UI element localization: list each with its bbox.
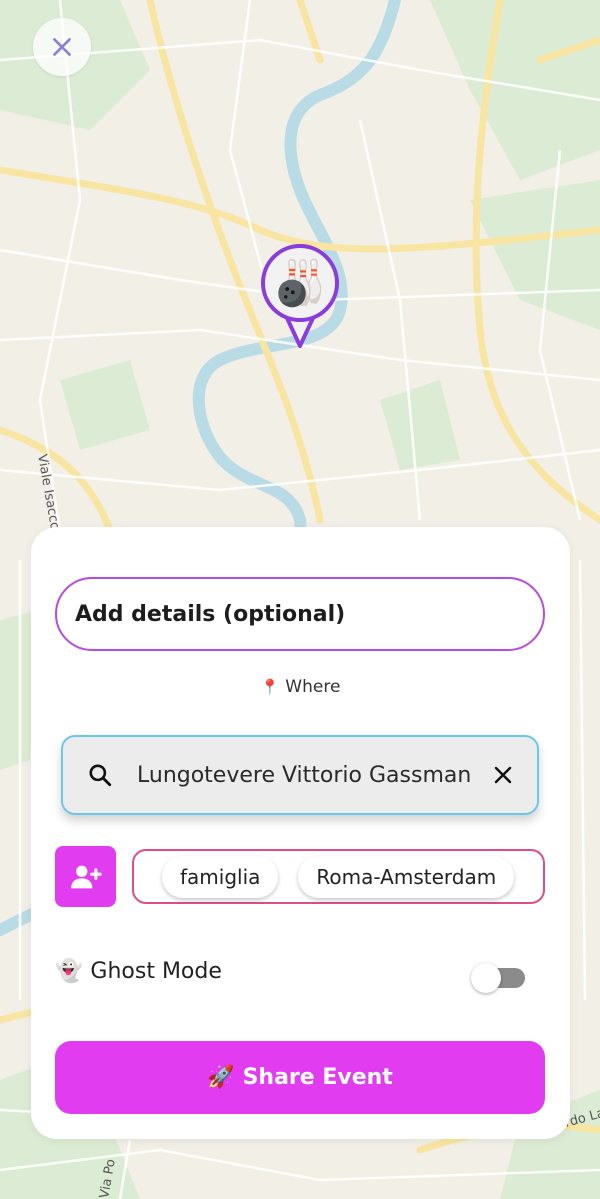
close-button[interactable] [33,18,91,76]
tag-chip[interactable]: Roma-Amsterdam [298,855,515,898]
tag-chip[interactable]: famiglia [162,855,279,898]
details-placeholder: Add details (optional) [75,601,346,627]
rocket-icon: 🚀 [207,1065,235,1090]
add-user-icon [70,865,102,888]
pin-emoji: 🎳 [272,258,328,309]
search-icon [89,764,112,787]
ghost-icon: 👻 [55,959,83,984]
location-search-field[interactable]: Lungotevere Vittorio Gassman [61,735,539,815]
bowling-icon: 🎳 [261,244,339,322]
add-user-button[interactable] [55,846,116,907]
toggle-knob [471,963,501,993]
event-panel: Add details (optional) 📍 Where Lungotever… [31,527,570,1139]
close-icon [53,38,71,56]
details-input[interactable]: Add details (optional) [55,577,545,651]
location-search-value[interactable]: Lungotevere Vittorio Gassman [137,763,479,788]
ghost-mode-text: Ghost Mode [90,959,222,984]
share-event-button[interactable]: 🚀 Share Event [55,1041,545,1114]
where-text: Where [285,677,341,697]
where-label: 📍 Where [31,677,570,697]
share-event-label: Share Event [242,1065,393,1090]
clear-icon[interactable] [491,763,515,787]
location-pin[interactable]: 🎳 [259,242,349,352]
map-pin-icon: 📍 [260,678,280,696]
ghost-mode-label: 👻 Ghost Mode [55,959,222,984]
group-tags: famiglia Roma-Amsterdam [132,849,545,904]
ghost-mode-toggle[interactable] [471,962,527,994]
